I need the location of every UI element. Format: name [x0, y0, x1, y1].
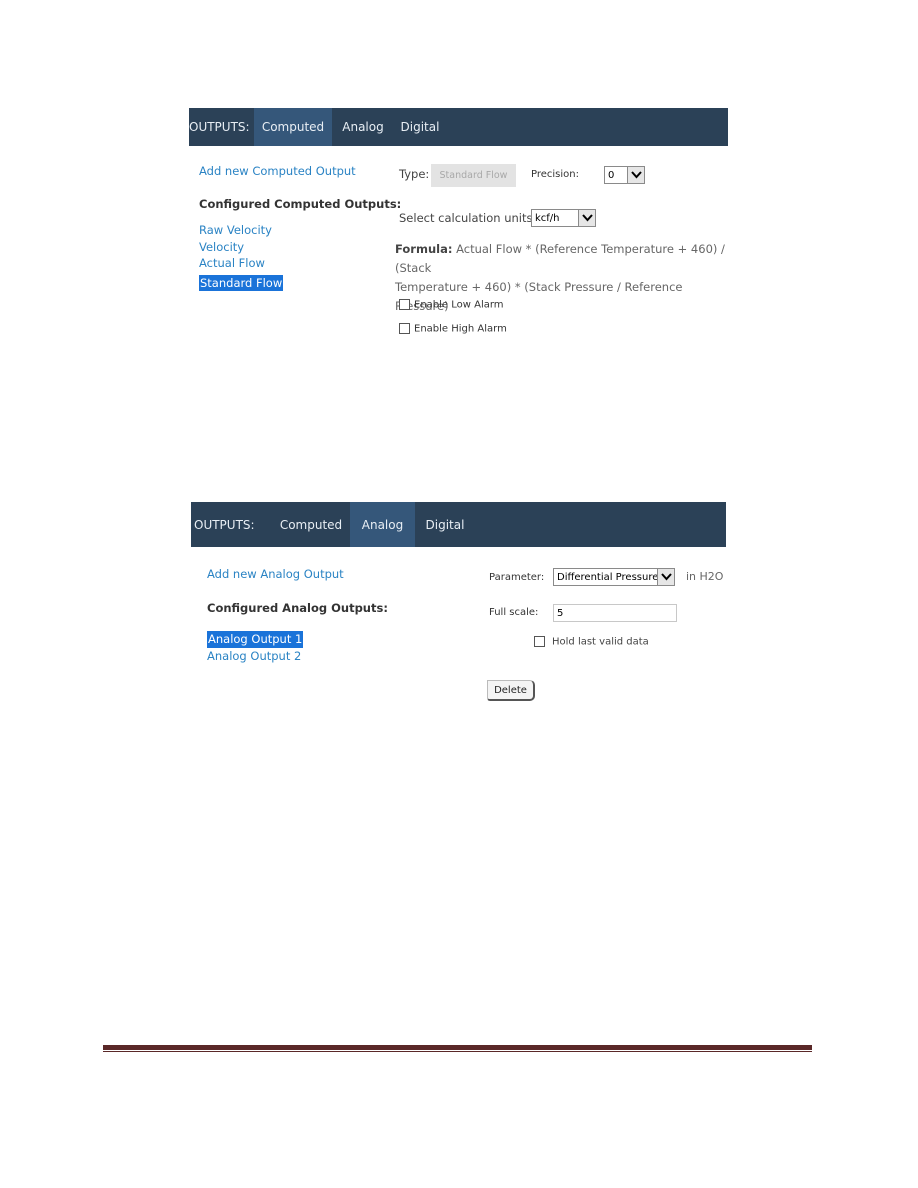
hold-last-valid-row[interactable]: Hold last valid data [534, 636, 649, 648]
parameter-label: Parameter: [489, 572, 545, 583]
high-alarm-label: Enable High Alarm [414, 323, 507, 335]
analog-output-item-selected[interactable]: Analog Output 1 [207, 631, 304, 648]
computed-output-list: Raw Velocity Velocity Actual Flow Standa… [199, 222, 284, 291]
configured-analog-heading: Configured Analog Outputs: [207, 601, 388, 615]
add-analog-output-link[interactable]: Add new Analog Output [207, 566, 344, 583]
parameter-select[interactable]: Differential Pressure [553, 568, 675, 586]
precision-label: Precision: [531, 169, 579, 180]
precision-select[interactable]: 0 [604, 166, 645, 184]
outputs-navbar: OUTPUTS: Computed Analog Digital [189, 108, 728, 146]
hold-last-valid-label: Hold last valid data [552, 636, 649, 648]
high-alarm-checkbox[interactable] [399, 323, 410, 334]
parameter-value: Differential Pressure [557, 571, 659, 583]
chevron-down-icon[interactable] [627, 167, 644, 183]
chevron-down-icon[interactable] [657, 569, 674, 585]
outputs-navbar: OUTPUTS: Computed Analog Digital [191, 502, 726, 547]
tab-computed[interactable]: Computed [272, 502, 350, 547]
type-label: Type: [399, 167, 430, 181]
outputs-label: OUTPUTS: [189, 120, 250, 134]
computed-output-item[interactable]: Actual Flow [199, 255, 283, 272]
high-alarm-row[interactable]: Enable High Alarm [399, 323, 507, 335]
add-computed-output-link[interactable]: Add new Computed Output [199, 163, 356, 180]
full-scale-label: Full scale: [489, 607, 539, 618]
analog-output-item[interactable]: Analog Output 2 [207, 648, 303, 665]
calculation-units-label: Select calculation units: [399, 211, 537, 225]
chevron-down-icon[interactable] [578, 210, 595, 226]
low-alarm-checkbox[interactable] [399, 299, 410, 310]
hold-last-valid-checkbox[interactable] [534, 636, 545, 647]
tab-analog[interactable]: Analog [350, 502, 415, 547]
full-scale-input[interactable]: 5 [553, 604, 677, 622]
calculation-units-select[interactable]: kcf/h [531, 209, 596, 227]
computed-output-item-selected[interactable]: Standard Flow [199, 274, 284, 291]
computed-output-item[interactable]: Raw Velocity [199, 222, 283, 239]
calculation-units-value: kcf/h [535, 212, 560, 224]
footer-rule-thin [103, 1051, 812, 1052]
configured-computed-heading: Configured Computed Outputs: [199, 197, 402, 211]
computed-output-item[interactable]: Velocity [199, 239, 283, 256]
delete-button[interactable]: Delete [487, 680, 535, 701]
low-alarm-label: Enable Low Alarm [414, 299, 504, 311]
formula-label: Formula: [395, 242, 453, 256]
footer-rule-thick [103, 1045, 812, 1050]
outputs-label: OUTPUTS: [194, 517, 255, 532]
tab-analog[interactable]: Analog [332, 108, 394, 146]
precision-value: 0 [608, 169, 615, 181]
tab-digital[interactable]: Digital [394, 108, 446, 146]
analog-output-list: Analog Output 1 Analog Output 2 [207, 628, 304, 665]
tab-computed[interactable]: Computed [254, 108, 332, 146]
parameter-unit: in H2O [686, 570, 724, 583]
low-alarm-row[interactable]: Enable Low Alarm [399, 299, 504, 311]
tab-digital[interactable]: Digital [415, 502, 475, 547]
type-value-box: Standard Flow [431, 164, 516, 187]
